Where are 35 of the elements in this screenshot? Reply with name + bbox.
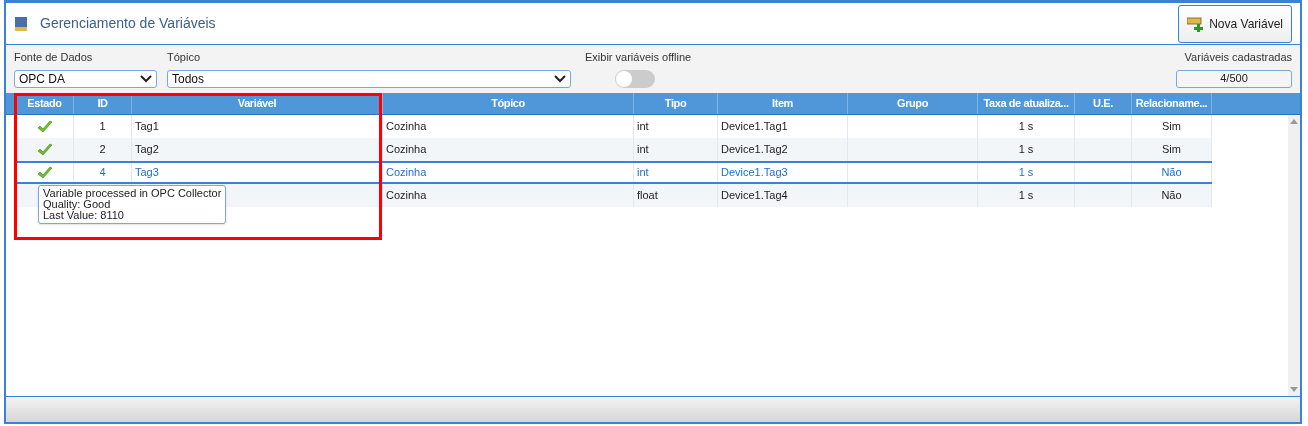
field-label: Fonte de Dados [14, 50, 94, 65]
table-cell-text: Sim [1162, 142, 1181, 158]
table-cell-text: 2 [99, 142, 106, 158]
table-cell-text: Sim [1162, 119, 1181, 135]
table-cell-text: int [637, 119, 649, 135]
table-cell-text: Cozinha [386, 165, 427, 181]
table-cell-text: Device1.Tag2 [721, 142, 788, 158]
table-cell-text: Tag2 [135, 142, 159, 158]
table-cell-text: Cozinha [386, 119, 427, 135]
tooltip-text: Variable processed in OPC Collector [43, 188, 222, 199]
table-cell-text: Cozinha [386, 188, 427, 204]
tooltip-text: Quality: Good [43, 199, 111, 210]
table-cell-text: Cozinha [386, 142, 427, 158]
table-cell-text: 1 s [1018, 119, 1034, 135]
table-cell-text: int [637, 142, 649, 158]
table-cell-text: Device1.Tag4 [721, 188, 788, 204]
table-cell-text: 4 [99, 165, 106, 181]
table-cell-text: 1 [99, 119, 106, 135]
table-cell-text: Device1.Tag3 [721, 165, 788, 181]
table-cell-text: 1 s [1018, 142, 1034, 158]
field-label: Variáveis cadastradas [1184, 50, 1292, 65]
field-label: Tópico [167, 50, 202, 65]
field-label: Exibir variáveis offline [585, 50, 692, 65]
window-title: Gerenciamento de Variáveis [40, 14, 216, 33]
table-cell-text: float [637, 188, 658, 204]
table-cell-text: Tag1 [135, 119, 159, 135]
table-cell-text: Tag3 [135, 165, 159, 181]
table-cell-text: Não [1161, 188, 1182, 204]
table-cell-text: 1 s [1018, 165, 1034, 181]
table-cell-text: Device1.Tag1 [721, 119, 788, 135]
table-cell-text: 1 s [1018, 188, 1034, 204]
table-cell-text: int [637, 165, 649, 181]
tooltip-text: Last Value: 8110 [43, 210, 125, 221]
table-cell-text: Não [1161, 165, 1182, 181]
variable-count: 4/500 [1176, 69, 1292, 88]
